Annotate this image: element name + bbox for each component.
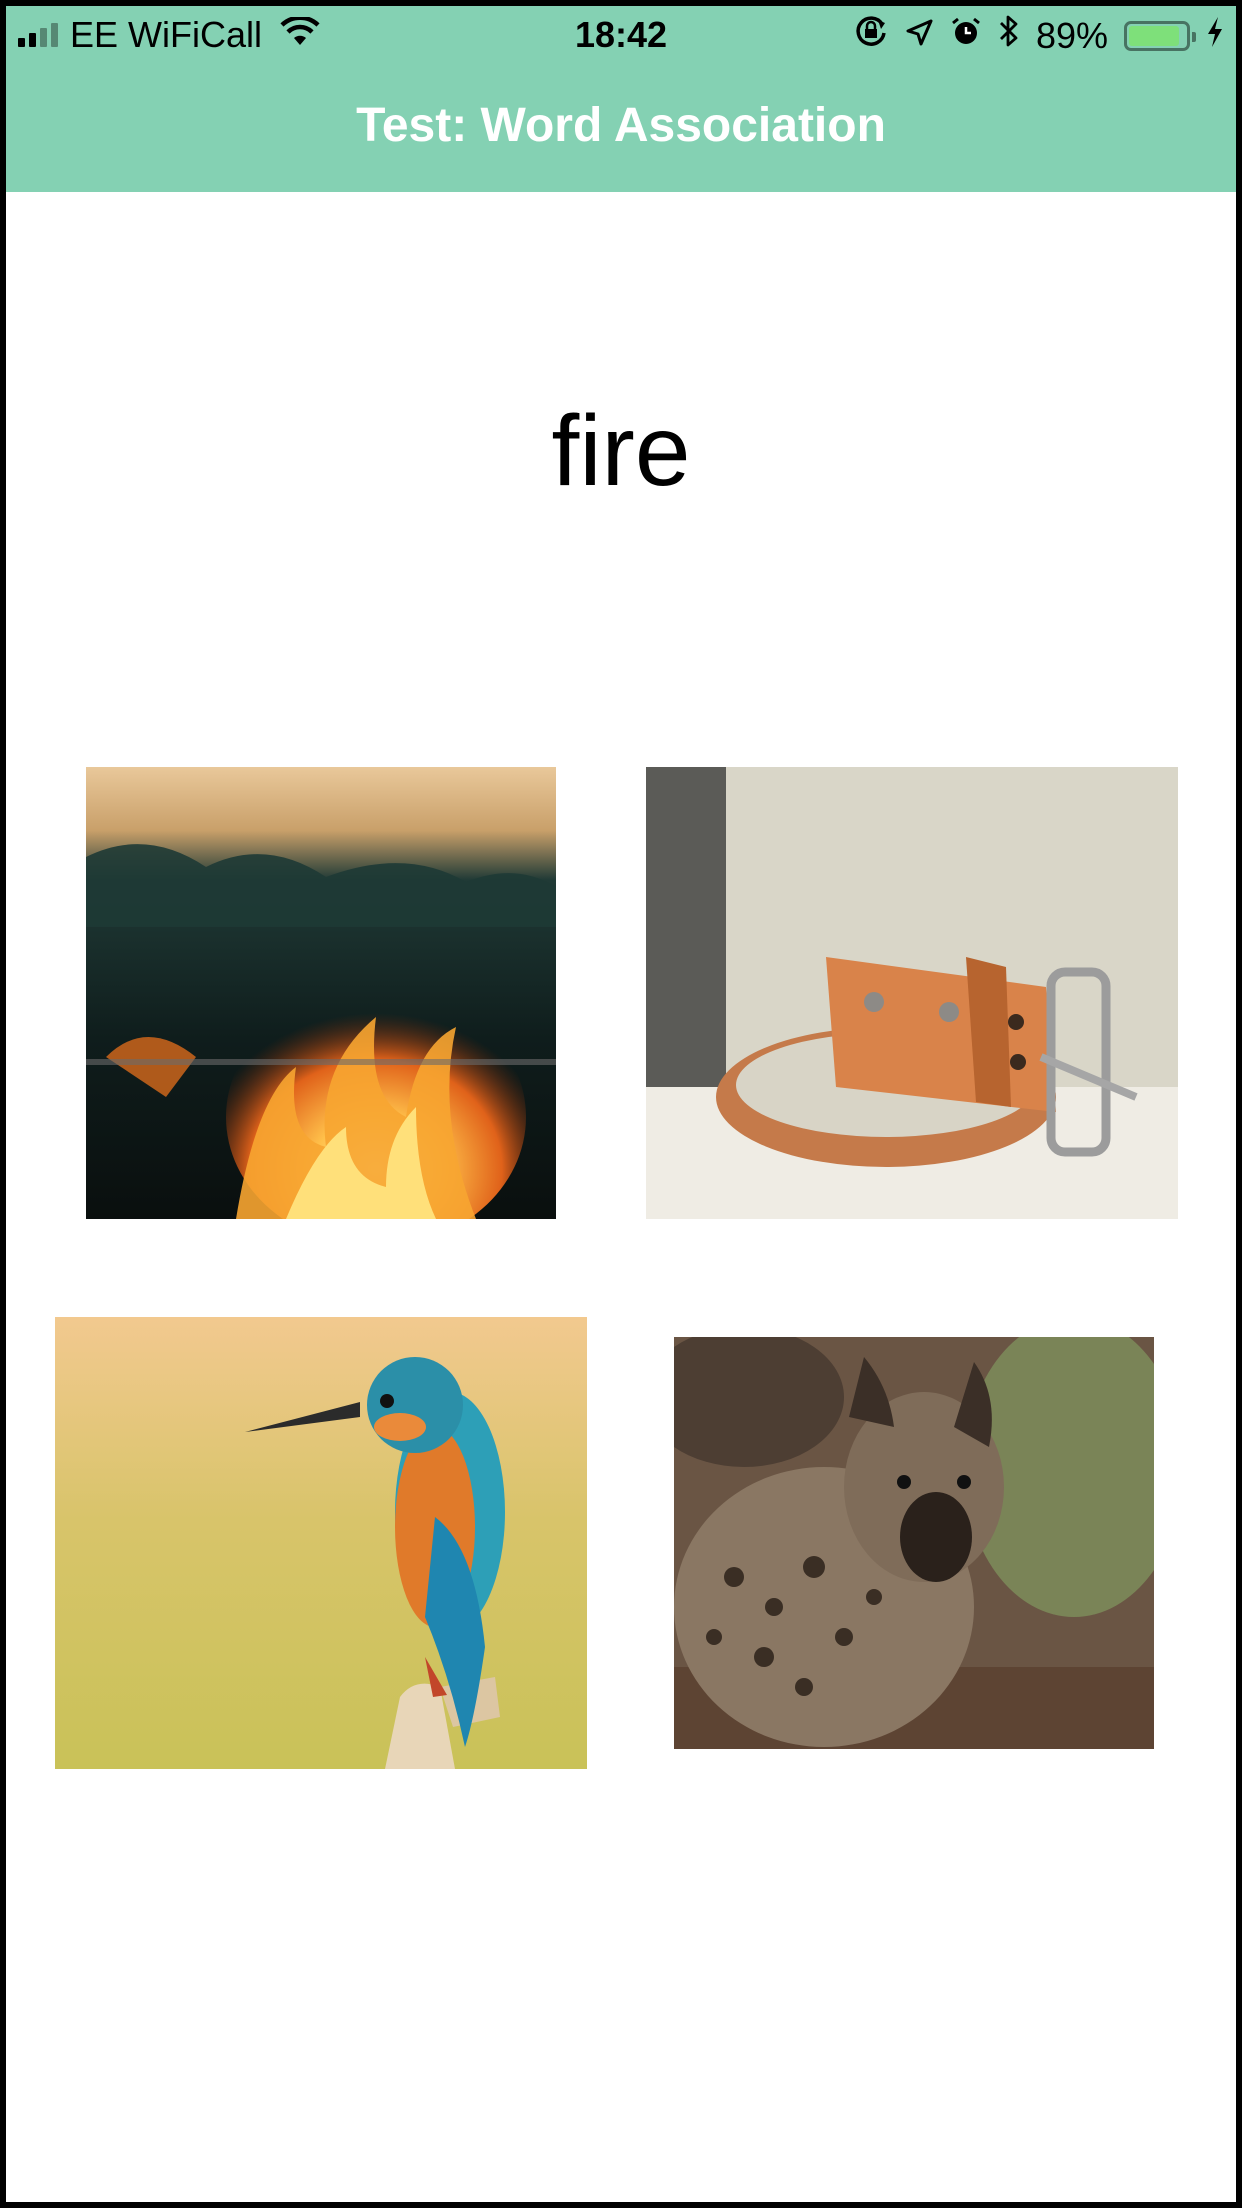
battery-percent: 89% <box>1035 14 1108 56</box>
prompt-word: fire <box>551 395 691 507</box>
battery-fill <box>1129 25 1179 46</box>
choice-image-hyena[interactable] <box>674 1337 1154 1749</box>
orientation-lock-icon <box>854 14 888 57</box>
nav-header: EE WiFiCall 18:42 89% Test: Word Associa… <box>6 6 1236 192</box>
choice-image-kingfisher[interactable] <box>55 1317 587 1769</box>
bluetooth-icon <box>998 14 1020 57</box>
choice-image-belt[interactable] <box>646 767 1178 1219</box>
page-title: Test: Word Association <box>356 99 886 152</box>
choice-image-fire[interactable] <box>86 767 556 1219</box>
app-screen: EE WiFiCall 18:42 89% Test: Word Associa… <box>6 6 1236 2202</box>
location-arrow-icon <box>904 15 934 57</box>
battery-icon <box>1124 20 1196 51</box>
status-bar: EE WiFiCall 18:42 89% <box>6 6 1236 62</box>
status-right: 89% <box>854 14 1224 57</box>
alarm-icon <box>950 15 982 57</box>
charging-bolt-icon <box>1206 15 1224 57</box>
